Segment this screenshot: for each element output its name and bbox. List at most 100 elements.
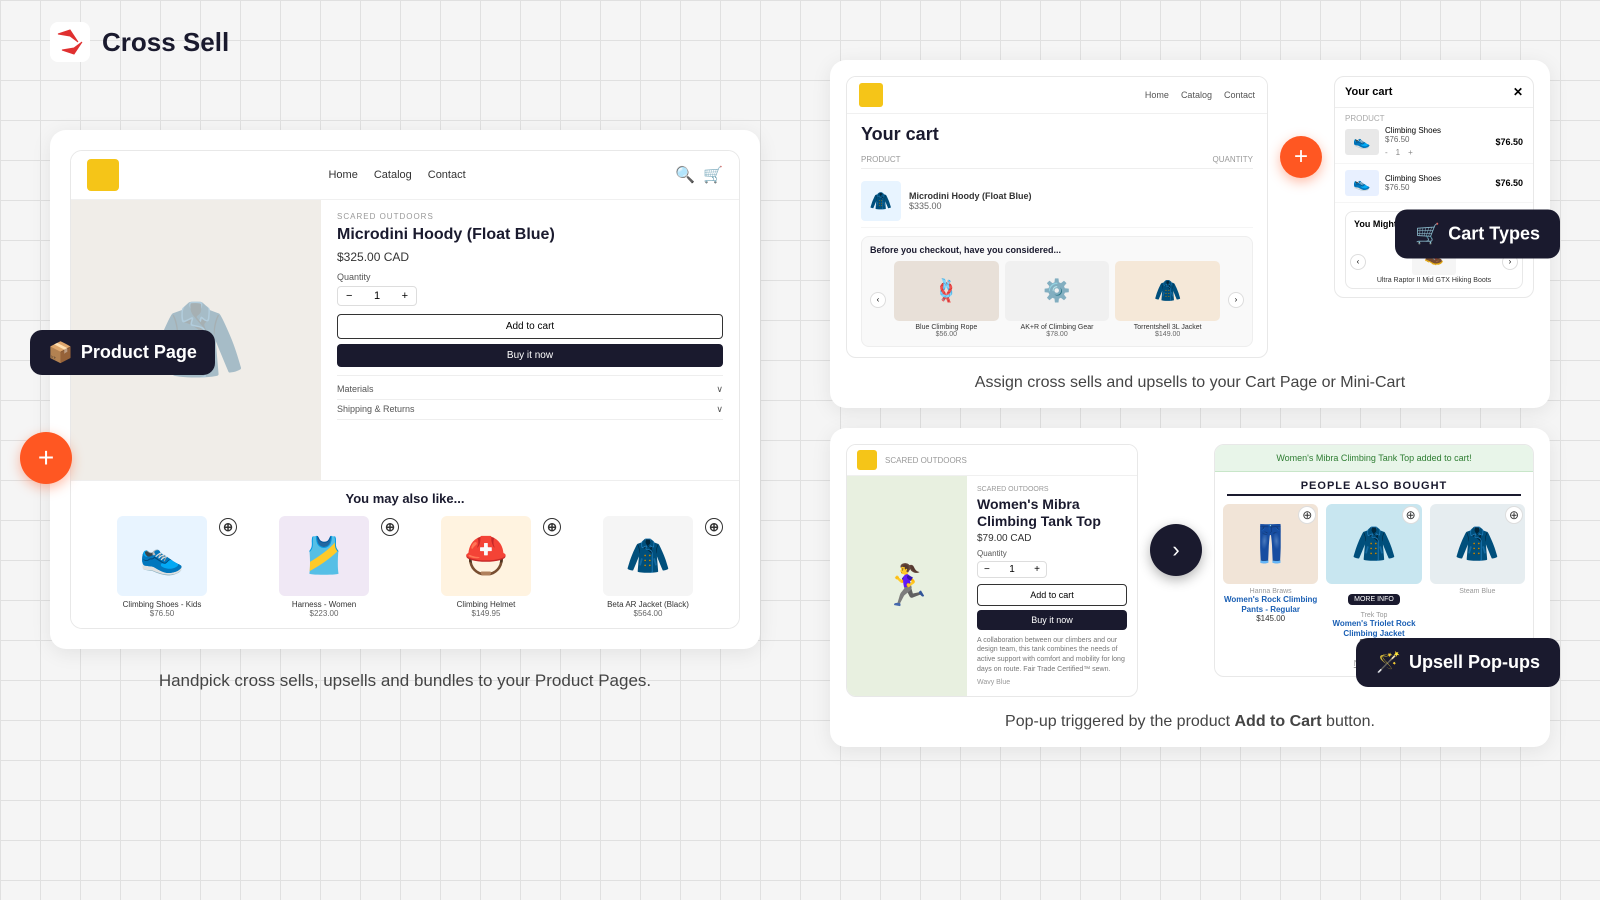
product-detail-mock: SCARED OUTDOORS 🏃‍♀️ SCARED OUTDOORS Wom… [846,444,1138,697]
mini-item-total: $76.50 [1495,137,1523,147]
plus-button-right[interactable]: + [1280,136,1322,178]
product-thumb-name: Climbing Shoes - Kids [85,600,239,609]
product-detail-body: 🏃‍♀️ SCARED OUTDOORS Women's Mibra Climb… [847,476,1137,696]
cart-description: Assign cross sells and upsells to your C… [846,374,1534,392]
qty-control[interactable]: − 1 + [337,286,417,306]
accordion-shipping[interactable]: Shipping & Returns ∨ [337,400,723,420]
list-item: PRODUCT 👟 Climbing Shoes $76.50 - 1 + [1335,108,1533,164]
mini-cart-mock: Your cart ✕ PRODUCT 👟 Climbing Shoes $76… [1334,76,1534,298]
upsell-card: SCARED OUTDOORS 🏃‍♀️ SCARED OUTDOORS Wom… [830,428,1550,747]
cart-table-header: PRODUCT QUANTITY [861,155,1253,169]
product-price: $56.00 [894,331,999,338]
product-title: Microdini Hoody (Float Blue) [337,225,723,246]
qty-plus[interactable]: + [402,290,408,302]
product-detail-nav: SCARED OUTDOORS [847,445,1137,476]
right-panel: Home Catalog Contact Your cart PRODUCT Q… [830,60,1550,747]
add-product-icon[interactable]: ⊕ [1505,506,1523,524]
pd-logo [857,450,877,470]
popup-products-row: ⊕ 👖 Hanna Braws Women's Rock Climbing Pa… [1215,504,1533,655]
qty-label: Quantity [337,272,723,282]
store-mockup: Home Catalog Contact 🔍 🛒 🧥 [70,150,740,629]
product-brand: SCARED OUTDOORS [337,212,723,221]
next-arrow-button[interactable]: › [1150,524,1202,576]
cart-icon[interactable]: 🛒 [703,165,723,185]
product-brand: Steam Blue [1430,588,1525,595]
cart-item-price: $335.00 [909,201,1253,211]
add-product-icon[interactable]: ⊕ [705,518,723,536]
more-info-button[interactable]: MORE INFO [1348,594,1400,605]
pd-image: 🏃‍♀️ [847,476,967,696]
product-description: A collaboration between our climbers and… [977,636,1127,675]
product-name: Blue Climbing Rope [894,324,999,331]
left-panel-description: Handpick cross sells, upsells and bundle… [50,671,760,691]
before-checkout-items: ‹ 🪢 Blue Climbing Rope $56.00 ⚙️ [870,261,1244,338]
mini-cart-item-row: 👟 Climbing Shoes $76.50 - 1 + $76.5 [1345,126,1523,157]
product-brand: Trek Top [1326,612,1421,619]
product-page-card: 📦 Product Page + Home Catalog Contact 🔍 [50,130,760,649]
buy-now-button[interactable]: Buy it now [977,610,1127,630]
store-nav: Home Catalog Contact 🔍 🛒 [71,151,739,200]
upsell-icon: 🪄 [1376,650,1401,675]
add-product-icon[interactable]: ⊕ [381,518,399,536]
product-color: Wavy Blue [977,679,1127,686]
left-panel: 📦 Product Page + Home Catalog Contact 🔍 [50,130,760,691]
add-product-icon[interactable]: ⊕ [1402,506,1420,524]
brand-name: Cross Sell [102,27,229,58]
mini-item-info: Climbing Shoes $76.50 [1385,174,1489,192]
mini-item-info: Climbing Shoes $76.50 - 1 + [1385,126,1489,157]
add-to-cart-button[interactable]: Add to cart [977,584,1127,606]
product-price: $78.00 [1005,331,1110,338]
before-checkout-title: Before you checkout, have you considered… [870,245,1244,255]
mini-item-name: Climbing Shoes [1385,174,1489,183]
qty-value: 1 [1396,148,1400,157]
prev-button[interactable]: ‹ [1350,254,1366,270]
buy-now-button[interactable]: Buy it now [337,344,723,367]
close-icon[interactable]: ✕ [1513,85,1523,99]
nav-catalog: Catalog [1181,90,1212,100]
add-product-icon[interactable]: ⊕ [543,518,561,536]
product-info: SCARED OUTDOORS Microdini Hoody (Float B… [321,200,739,480]
pd-brand: SCARED OUTDOORS [977,486,1127,493]
upsell-badge: 🪄 Upsell Pop-ups [1356,638,1560,687]
qty-value: 1 [1009,564,1015,575]
product-brand: Hanna Braws [1223,588,1318,595]
pd-price: $79.00 CAD [977,533,1127,544]
also-like-title: You may also like... [85,491,725,506]
product-accordion: Materials ∨ Shipping & Returns ∨ [337,375,723,420]
popup-title: PEOPLE ALSO BOUGHT [1227,472,1521,496]
product-name: Women's Triolet Rock Climbing Jacket [1326,619,1421,638]
mini-item-name: Climbing Shoes [1385,126,1489,135]
products-row: ⊕ 👟 Climbing Shoes - Kids $76.50 ⊕ 🎽 [85,516,725,618]
qty-value: 1 [374,290,380,302]
nav-contact: Contact [1224,90,1255,100]
accordion-materials[interactable]: Materials ∨ [337,380,723,400]
chevron-down-icon: ∨ [716,404,723,415]
add-to-cart-button[interactable]: Add to cart [337,314,723,339]
next-button[interactable]: › [1228,292,1244,308]
pd-qty-control[interactable]: − 1 + [977,561,1047,578]
nav-icons: 🔍 🛒 [675,165,723,185]
product-thumb-name: Climbing Helmet [409,600,563,609]
qty-minus[interactable]: − [346,290,352,302]
list-item: ⊕ 🧥 Beta AR Jacket (Black) $564.00 [571,516,725,618]
prev-button[interactable]: ‹ [870,292,886,308]
mini-item-image: 👟 [1345,170,1379,196]
plus-button-left[interactable]: + [20,432,72,484]
add-product-icon[interactable]: ⊕ [219,518,237,536]
cart-mock-nav: Home Catalog Contact [847,77,1267,114]
you-might-product-name: Ultra Raptor II Mid GTX Hiking Boots [1370,277,1498,284]
qty-minus[interactable]: − [984,564,990,575]
product-thumb-img: 👟 [117,516,207,596]
cart-item-row: 🧥 Microdini Hoody (Float Blue) $335.00 [861,175,1253,228]
product-thumb-price: $76.50 [85,609,239,618]
pd-title: Women's Mibra Climbing Tank Top [977,496,1127,530]
qty-plus[interactable]: + [1034,564,1040,575]
qty-plus[interactable]: + [1408,148,1413,157]
cart-item-name: Microdini Hoody (Float Blue) [909,191,1253,201]
pd-info: SCARED OUTDOORS Women's Mibra Climbing T… [967,476,1137,696]
list-item: 🪢 Blue Climbing Rope $56.00 [894,261,999,338]
qty-minus[interactable]: - [1385,148,1388,157]
logo-icon [50,22,90,62]
mini-item-price: $76.50 [1385,183,1489,192]
search-icon[interactable]: 🔍 [675,165,695,185]
